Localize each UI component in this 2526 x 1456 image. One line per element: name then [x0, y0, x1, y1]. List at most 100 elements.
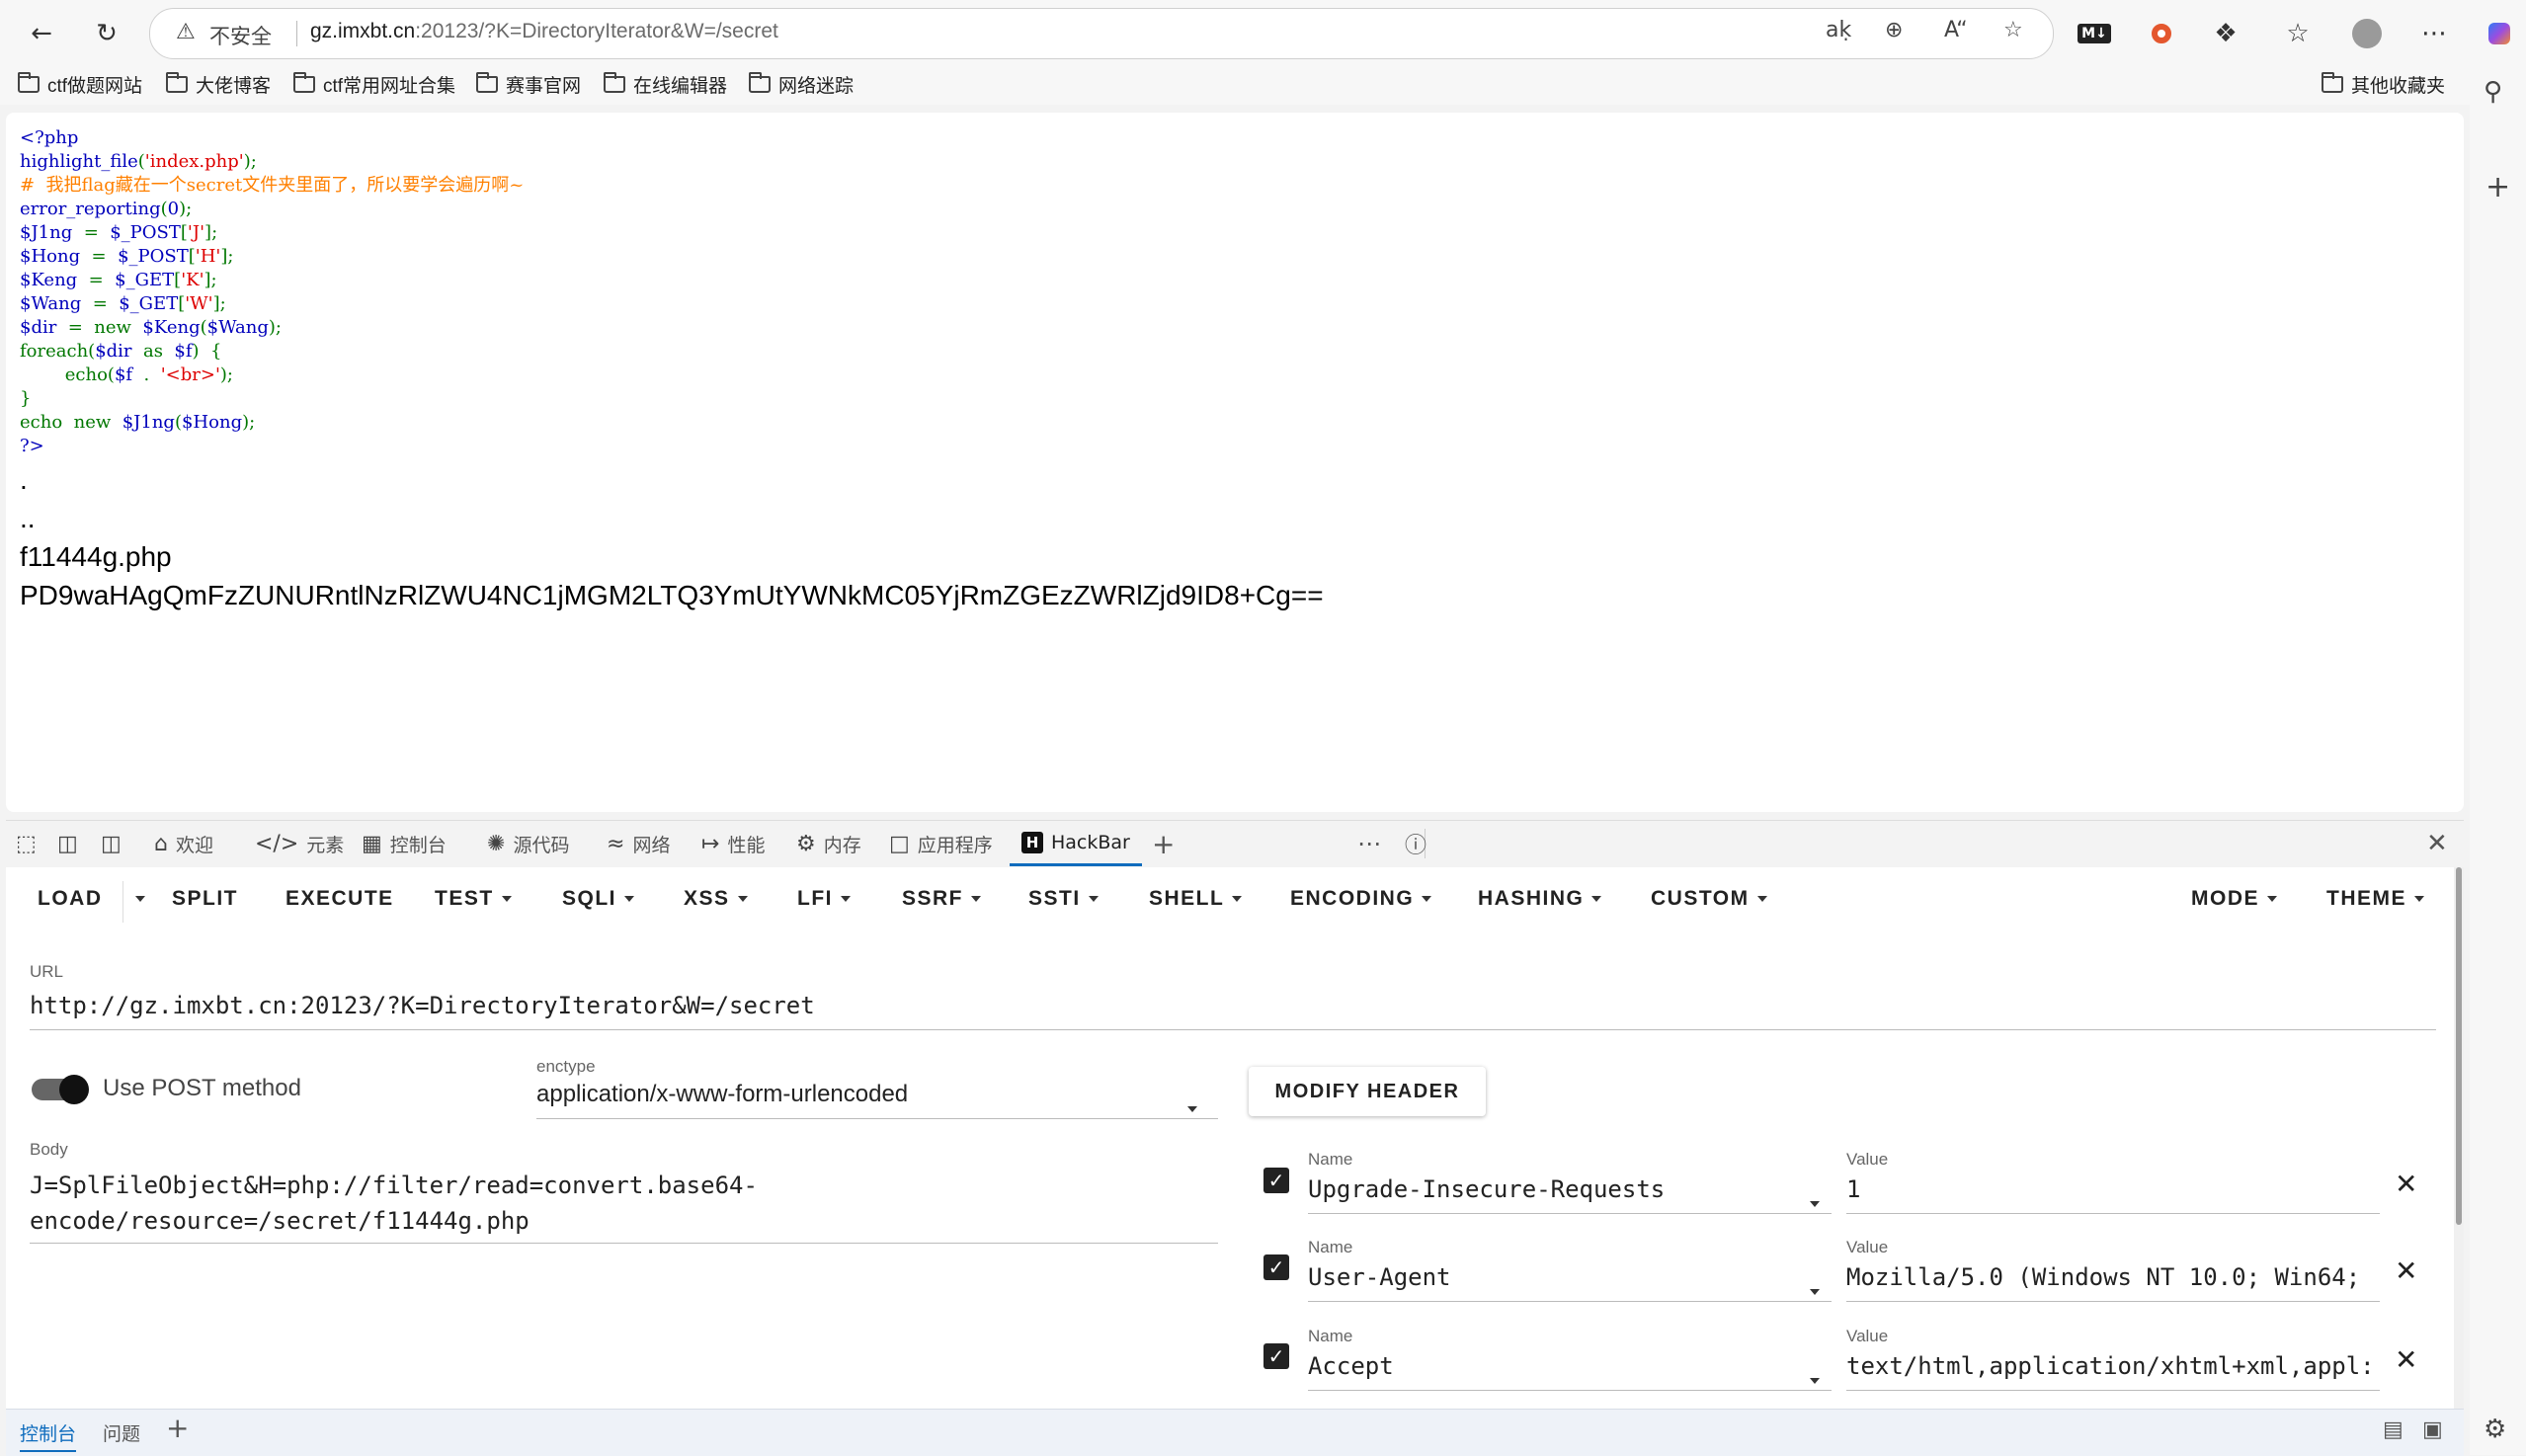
address-bar[interactable]: ⚠ 不安全 gz.imxbt.cn:20123/?K=DirectoryIter…: [149, 8, 2054, 59]
add-icon[interactable]: +: [2485, 170, 2510, 204]
url-input[interactable]: http://gz.imxbt.cn:20123/?K=DirectoryIte…: [30, 992, 2436, 1030]
favorites-icon[interactable]: ☆: [2278, 14, 2318, 53]
bookmark-folder[interactable]: 在线编辑器: [604, 71, 727, 98]
translate-icon[interactable]: aḳ: [1826, 18, 1851, 42]
more-tools-icon[interactable]: ⋯: [1357, 821, 1381, 866]
markdown-icon[interactable]: M↓: [2075, 14, 2114, 53]
scrollbar-thumb[interactable]: [2456, 867, 2462, 1225]
header-value-input[interactable]: 1: [1846, 1175, 2380, 1214]
tab-hackbar[interactable]: H HackBar: [1010, 821, 1142, 866]
dock-drawer-icon[interactable]: ▤: [2383, 1417, 2404, 1442]
load-button[interactable]: LOAD: [38, 887, 103, 911]
bookmark-folder[interactable]: ctf常用网址合集: [293, 71, 455, 98]
tab-console[interactable]: ▦ 控制台: [362, 821, 447, 866]
tab-network[interactable]: ≈ 网络: [607, 821, 670, 866]
caret-down-icon: [2414, 896, 2424, 903]
collapse-drawer-icon[interactable]: ▣: [2422, 1417, 2443, 1442]
close-devtools-icon[interactable]: ✕: [2426, 821, 2448, 866]
add-drawer-tab-icon[interactable]: +: [166, 1412, 189, 1444]
header-name-input[interactable]: Upgrade-Insecure-Requests: [1308, 1175, 1832, 1214]
remove-header-icon[interactable]: ✕: [2395, 1254, 2417, 1287]
extension-icon[interactable]: [2142, 14, 2181, 53]
load-dropdown[interactable]: [122, 881, 145, 923]
hashing-menu[interactable]: HASHING: [1478, 887, 1602, 911]
lfi-menu[interactable]: LFI: [797, 887, 851, 911]
caret-down-icon: [841, 896, 851, 903]
drawer-tab-issues[interactable]: 问题: [103, 1419, 140, 1446]
custom-menu[interactable]: CUSTOM: [1651, 887, 1767, 911]
header-name-input[interactable]: User-Agent: [1308, 1263, 1832, 1302]
mode-menu[interactable]: MODE: [2191, 887, 2277, 911]
split-button[interactable]: SPLIT: [172, 887, 238, 911]
shell-menu[interactable]: SHELL: [1149, 887, 1243, 911]
header-checkbox[interactable]: ✓: [1263, 1254, 1289, 1280]
remove-header-icon[interactable]: ✕: [2395, 1168, 2417, 1200]
search-icon[interactable]: ⚲: [2484, 77, 2502, 107]
header-name-label: Name: [1308, 1150, 1353, 1169]
theme-menu[interactable]: THEME: [2326, 887, 2424, 911]
body-textarea[interactable]: J=SplFileObject&H=php://filter/read=conv…: [30, 1168, 1218, 1244]
code-line: ?>: [20, 436, 44, 456]
drawer-tab-console[interactable]: 控制台: [20, 1419, 77, 1452]
menu-label: TEST: [435, 887, 494, 910]
bookmark-folder[interactable]: 网络迷踪: [749, 71, 854, 98]
read-aloud-icon[interactable]: A“: [1944, 18, 1968, 42]
tab-elements[interactable]: </> 元素: [255, 821, 344, 866]
chevron-down-icon[interactable]: [1810, 1193, 1820, 1212]
folder-icon: [476, 72, 498, 93]
settings-gear-icon[interactable]: ⚙: [2484, 1415, 2506, 1444]
menu-label: XSS: [684, 887, 730, 910]
chevron-down-icon[interactable]: [1810, 1370, 1820, 1389]
caret-down-icon: [501, 896, 512, 903]
tab-memory[interactable]: ⚙ 内存: [796, 821, 861, 866]
tab-sources[interactable]: ✺ 源代码: [487, 821, 569, 866]
copilot-icon[interactable]: [2480, 14, 2519, 53]
dock-side-icon[interactable]: ◫: [101, 821, 122, 866]
tab-welcome[interactable]: ⌂ 欢迎: [154, 821, 213, 866]
header-checkbox[interactable]: ✓: [1263, 1343, 1289, 1369]
output-line: PD9waHAgQmFzZUNURntlNzRlZWU4NC1jMGM2LTQ3…: [20, 580, 1324, 610]
code-line: $Hong = $_POST['H'];: [20, 246, 234, 267]
tab-label: HackBar: [1051, 831, 1130, 853]
extensions-puzzle-icon[interactable]: ❖: [2206, 14, 2245, 53]
divider: [296, 21, 297, 46]
tab-label: 内存: [823, 834, 861, 856]
url-label: URL: [30, 962, 64, 981]
enctype-select[interactable]: application/x-www-form-urlencoded: [536, 1081, 1218, 1119]
bookmark-folder[interactable]: 赛事官网: [476, 71, 581, 98]
xss-menu[interactable]: XSS: [684, 887, 748, 911]
refresh-icon[interactable]: ↻: [87, 14, 126, 53]
post-method-toggle[interactable]: [32, 1075, 89, 1104]
test-menu[interactable]: TEST: [435, 887, 512, 911]
back-icon[interactable]: ←: [22, 14, 61, 53]
ssti-menu[interactable]: SSTI: [1028, 887, 1099, 911]
ssrf-menu[interactable]: SSRF: [902, 887, 982, 911]
zoom-icon[interactable]: ⊕: [1885, 18, 1903, 42]
profile-avatar[interactable]: [2347, 14, 2387, 53]
bookmark-folder[interactable]: 大佬博客: [166, 71, 271, 98]
header-checkbox[interactable]: ✓: [1263, 1168, 1289, 1193]
tab-performance[interactable]: ↦ 性能: [701, 821, 765, 866]
url-text[interactable]: gz.imxbt.cn:20123/?K=DirectoryIterator&W…: [310, 20, 778, 43]
execute-button[interactable]: EXECUTE: [285, 887, 394, 911]
sqli-menu[interactable]: SQLI: [562, 887, 635, 911]
add-tab-icon[interactable]: +: [1152, 821, 1175, 866]
chevron-down-icon[interactable]: [1810, 1281, 1820, 1300]
encoding-menu[interactable]: ENCODING: [1290, 887, 1432, 911]
page-output: . .. f11444g.php PD9waHAgQmFzZUNURntlNzR…: [20, 460, 1324, 614]
code-line: foreach($dir as $f) {: [20, 341, 222, 362]
bookmark-label: 其他收藏夹: [2351, 76, 2446, 97]
device-emulation-icon[interactable]: ◫: [57, 821, 78, 866]
help-icon[interactable]: ⓘ: [1405, 821, 1426, 866]
modify-header-button[interactable]: MODIFY HEADER: [1249, 1067, 1486, 1116]
remove-header-icon[interactable]: ✕: [2395, 1343, 2417, 1376]
more-icon[interactable]: ⋯: [2414, 14, 2454, 53]
tab-application[interactable]: □ 应用程序: [889, 821, 993, 866]
header-value-input[interactable]: text/html,application/xhtml+xml,appl:: [1846, 1352, 2380, 1391]
inspect-icon[interactable]: ⬚: [16, 821, 37, 866]
header-value-input[interactable]: Mozilla/5.0 (Windows NT 10.0; Win64;: [1846, 1263, 2380, 1302]
header-name-input[interactable]: Accept: [1308, 1352, 1832, 1391]
favorite-star-icon[interactable]: ☆: [2003, 18, 2023, 42]
other-bookmarks[interactable]: 其他收藏夹: [2322, 71, 2445, 98]
bookmark-folder[interactable]: ctf做题网站: [18, 71, 142, 98]
